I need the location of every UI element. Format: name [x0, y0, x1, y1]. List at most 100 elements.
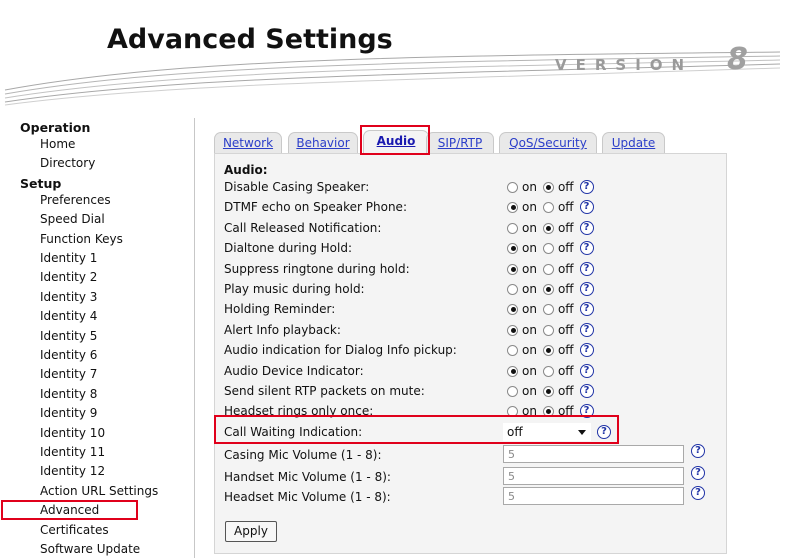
radio-on[interactable] [507, 181, 518, 193]
radio-off[interactable] [542, 201, 554, 213]
sidebar-item-identity-10[interactable]: Identity 10 [40, 426, 105, 440]
radio-on[interactable] [507, 344, 518, 356]
radio-group-holding-reminder: on off ? [507, 301, 594, 317]
sidebar-item-identity-1[interactable]: Identity 1 [40, 251, 97, 265]
radio-off[interactable] [542, 324, 554, 336]
setting-label-audio-device-indicator: Audio Device Indicator: [224, 364, 364, 378]
radio-off-label: off [557, 302, 574, 316]
radio-on-label: on [522, 343, 537, 357]
setting-label-dtmf-echo: DTMF echo on Speaker Phone: [224, 200, 407, 214]
radio-off-label: off [557, 200, 574, 214]
radio-group-dialtone-during-hold: on off ? [507, 240, 594, 256]
sidebar-item-identity-6[interactable]: Identity 6 [40, 348, 97, 362]
help-icon[interactable]: ? [579, 221, 594, 235]
help-icon[interactable]: ? [579, 323, 594, 337]
sidebar-item-certificates[interactable]: Certificates [40, 523, 109, 537]
radio-on[interactable] [507, 324, 518, 336]
radio-on[interactable] [507, 303, 518, 315]
advanced-highlight-box [1, 500, 138, 520]
tab-behavior[interactable]: Behavior [288, 132, 358, 154]
tab-update[interactable]: Update [602, 132, 665, 154]
radio-off[interactable] [542, 181, 554, 193]
help-icon[interactable]: ? [579, 364, 594, 378]
setting-label-suppress-ringtone: Suppress ringtone during hold: [224, 262, 410, 276]
radio-off[interactable] [542, 385, 554, 397]
help-icon[interactable]: ? [579, 384, 594, 398]
sidebar-item-identity-7[interactable]: Identity 7 [40, 367, 97, 381]
radio-off[interactable] [542, 242, 554, 254]
help-icon[interactable]: ? [579, 282, 594, 296]
call-waiting-highlight-box [214, 415, 619, 444]
radio-on[interactable] [507, 263, 518, 275]
sidebar-item-identity-2[interactable]: Identity 2 [40, 270, 97, 284]
sidebar-item-identity-8[interactable]: Identity 8 [40, 387, 97, 401]
radio-off[interactable] [542, 283, 554, 295]
setting-label-headset-mic-volume: Headset Mic Volume (1 - 8): [224, 490, 391, 504]
sidebar-item-identity-12[interactable]: Identity 12 [40, 464, 105, 478]
setting-label-handset-mic-volume: Handset Mic Volume (1 - 8): [224, 470, 391, 484]
radio-off-label: off [557, 241, 574, 255]
setting-label-silent-rtp-on-mute: Send silent RTP packets on mute: [224, 384, 425, 398]
sidebar-item-identity-4[interactable]: Identity 4 [40, 309, 97, 323]
help-icon[interactable]: ? [691, 466, 705, 480]
radio-off[interactable] [542, 263, 554, 275]
sidebar-item-identity-11[interactable]: Identity 11 [40, 445, 105, 459]
radio-on[interactable] [507, 385, 518, 397]
casing-mic-volume-input[interactable] [503, 445, 684, 463]
radio-group-dtmf-echo: on off ? [507, 199, 594, 215]
radio-off[interactable] [542, 222, 554, 234]
sidebar-group-setup: Setup [20, 176, 62, 191]
help-icon[interactable]: ? [579, 200, 594, 214]
sidebar-item-identity-5[interactable]: Identity 5 [40, 329, 97, 343]
setting-label-play-music-during-hold: Play music during hold: [224, 282, 365, 296]
radio-on[interactable] [507, 222, 518, 234]
sidebar-item-directory[interactable]: Directory [40, 156, 95, 170]
radio-on-label: on [522, 282, 537, 296]
help-icon[interactable]: ? [579, 262, 594, 276]
tab-sip-rtp[interactable]: SIP/RTP [426, 132, 494, 154]
help-icon[interactable]: ? [691, 444, 705, 458]
radio-on-label: on [522, 364, 537, 378]
help-icon[interactable]: ? [579, 241, 594, 255]
radio-off-label: off [557, 180, 574, 194]
radio-off-label: off [557, 343, 574, 357]
radio-group-suppress-ringtone: on off ? [507, 261, 594, 277]
sidebar-item-speed-dial[interactable]: Speed Dial [40, 212, 105, 226]
sidebar-item-preferences[interactable]: Preferences [40, 193, 111, 207]
sidebar-item-identity-3[interactable]: Identity 3 [40, 290, 97, 304]
setting-label-casing-mic-volume: Casing Mic Volume (1 - 8): [224, 448, 382, 462]
radio-on[interactable] [507, 201, 518, 213]
sidebar-item-identity-9[interactable]: Identity 9 [40, 406, 97, 420]
radio-on[interactable] [507, 242, 518, 254]
sidebar-item-action-url-settings[interactable]: Action URL Settings [40, 484, 158, 498]
radio-off[interactable] [542, 344, 554, 356]
setting-label-call-released-notification: Call Released Notification: [224, 221, 382, 235]
radio-group-play-music-during-hold: on off ? [507, 281, 594, 297]
help-icon[interactable]: ? [579, 343, 594, 357]
sidebar-item-function-keys[interactable]: Function Keys [40, 232, 123, 246]
help-icon[interactable]: ? [579, 302, 594, 316]
help-icon[interactable]: ? [579, 180, 594, 194]
radio-on[interactable] [507, 283, 518, 295]
radio-on-label: on [522, 302, 537, 316]
radio-off-label: off [557, 323, 574, 337]
help-icon[interactable]: ? [691, 486, 705, 500]
setting-label-dialtone-during-hold: Dialtone during Hold: [224, 241, 352, 255]
sidebar-item-home[interactable]: Home [40, 137, 75, 151]
sidebar-item-software-update[interactable]: Software Update [40, 542, 140, 556]
headset-mic-volume-input[interactable] [503, 487, 684, 505]
section-title: Audio: [224, 163, 268, 177]
radio-group-dialog-info-pickup: on off ? [507, 342, 594, 358]
handset-mic-volume-input[interactable] [503, 467, 684, 485]
radio-off-label: off [557, 384, 574, 398]
radio-off[interactable] [542, 303, 554, 315]
radio-off[interactable] [542, 365, 554, 377]
radio-off-label: off [557, 282, 574, 296]
radio-on-label: on [522, 241, 537, 255]
tab-network[interactable]: Network [214, 132, 282, 154]
apply-button[interactable]: Apply [225, 521, 277, 542]
radio-on[interactable] [507, 365, 518, 377]
tab-qos-security[interactable]: QoS/Security [499, 132, 597, 154]
radio-off-label: off [557, 262, 574, 276]
radio-group-disable-casing-speaker: on off ? [507, 179, 594, 195]
